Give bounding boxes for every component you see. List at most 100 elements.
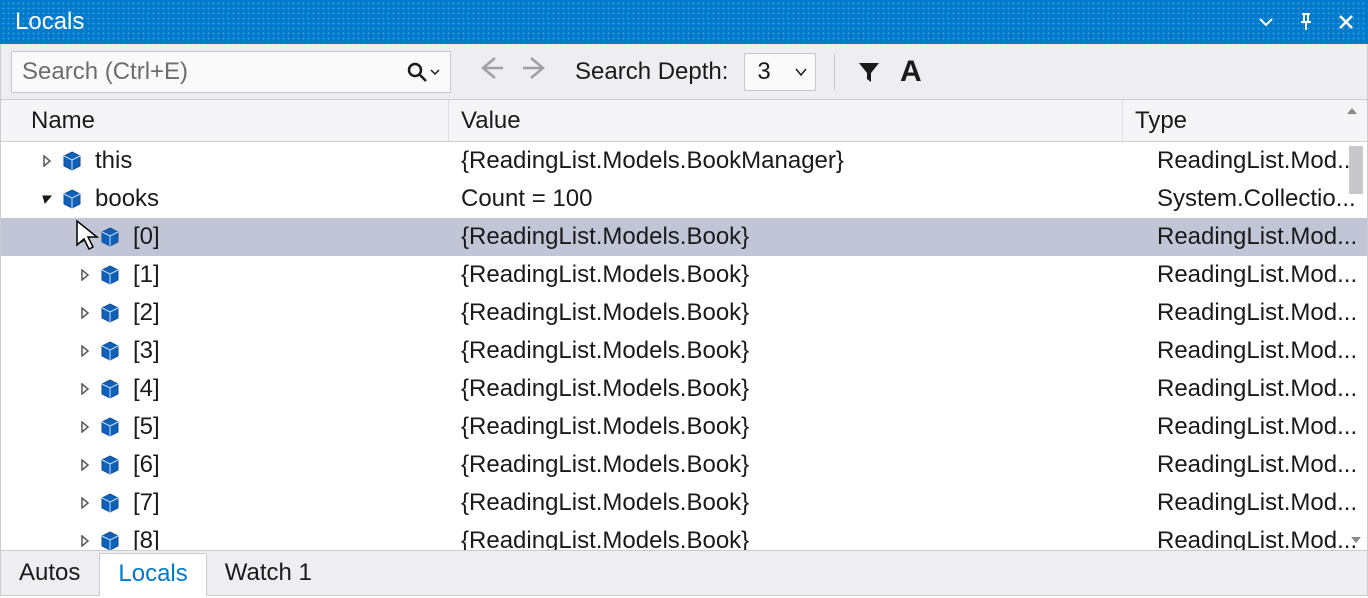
variable-name: [4]	[133, 375, 160, 403]
cell-name: [0]	[1, 223, 449, 251]
expand-icon[interactable]	[77, 495, 93, 511]
table-row[interactable]: [3]{ReadingList.Models.Book}ReadingList.…	[1, 332, 1367, 370]
column-header-type[interactable]: Type	[1123, 100, 1367, 141]
text-style-button[interactable]: A	[895, 56, 927, 88]
object-icon	[99, 264, 121, 286]
table-row[interactable]: [5]{ReadingList.Models.Book}ReadingList.…	[1, 408, 1367, 446]
table-row[interactable]: [0]{ReadingList.Models.Book}ReadingList.…	[1, 218, 1367, 256]
table-row[interactable]: [1]{ReadingList.Models.Book}ReadingList.…	[1, 256, 1367, 294]
grid-body[interactable]: this{ReadingList.Models.BookManager}Read…	[1, 142, 1367, 550]
toolbar: Search Depth: 3 A	[0, 44, 1368, 100]
variable-name: [3]	[133, 337, 160, 365]
table-row[interactable]: [6]{ReadingList.Models.Book}ReadingList.…	[1, 446, 1367, 484]
chevron-down-icon	[795, 66, 807, 78]
window-menu-icon[interactable]	[1255, 11, 1277, 33]
search-depth-combo[interactable]: 3	[744, 53, 815, 91]
variable-name: [5]	[133, 413, 160, 441]
object-icon	[61, 150, 83, 172]
cell-type: ReadingList.Mod...	[1145, 299, 1367, 327]
window-titlebar: Locals	[0, 0, 1368, 44]
object-icon	[99, 454, 121, 476]
cell-value: {ReadingList.Models.Book}	[449, 413, 1145, 441]
cell-type: ReadingList.Mod...	[1145, 451, 1367, 479]
search-next-button[interactable]	[521, 53, 551, 90]
cell-type: ReadingList.Mod...	[1145, 527, 1367, 550]
search-button[interactable]	[402, 61, 444, 83]
variable-name: [8]	[133, 527, 160, 550]
object-icon	[99, 302, 121, 324]
table-row[interactable]: [8]{ReadingList.Models.Book}ReadingList.…	[1, 522, 1367, 550]
table-row[interactable]: [4] {ReadingList.Models.Book}ReadingList.…	[1, 370, 1367, 408]
expand-icon[interactable]	[77, 267, 93, 283]
cell-name: books	[1, 185, 449, 213]
cell-name: [2]	[1, 299, 449, 327]
column-header-value[interactable]: Value	[449, 100, 1123, 141]
object-icon	[99, 416, 121, 438]
toolbar-separator	[834, 54, 835, 90]
expand-icon[interactable]	[77, 343, 93, 359]
search-depth-value: 3	[757, 58, 770, 86]
tab-autos[interactable]: Autos	[1, 553, 99, 595]
letter-a-icon: A	[900, 55, 922, 89]
table-row[interactable]: this {ReadingList.Models.BookManager}Read…	[1, 142, 1367, 180]
variable-name: books	[95, 185, 159, 213]
window-controls	[1255, 11, 1357, 33]
debug-tab-strip: AutosLocalsWatch 1	[0, 550, 1368, 596]
filter-button[interactable]	[853, 56, 885, 88]
search-icon	[406, 61, 428, 83]
cell-name: [7]	[1, 489, 449, 517]
expand-icon[interactable]	[77, 533, 93, 549]
search-prev-button[interactable]	[475, 53, 505, 90]
cell-value: {ReadingList.Models.Book}	[449, 223, 1145, 251]
cell-name: [5]	[1, 413, 449, 441]
search-nav	[475, 53, 551, 90]
scroll-up-icon	[1345, 104, 1359, 118]
variable-name: [2]	[133, 299, 160, 327]
expand-icon[interactable]	[77, 229, 93, 245]
cell-value: {ReadingList.Models.Book}	[449, 489, 1145, 517]
variable-name: [1]	[133, 261, 160, 289]
cell-type: ReadingList.Mod...	[1145, 147, 1367, 175]
cell-type: ReadingList.Mod...	[1145, 489, 1367, 517]
object-icon	[99, 378, 121, 400]
table-row[interactable]: [2]{ReadingList.Models.Book}ReadingList.…	[1, 294, 1367, 332]
cell-value: Count = 100	[449, 185, 1145, 213]
cell-value: {ReadingList.Models.Book}	[449, 375, 1145, 403]
cell-type: ReadingList.Mod...	[1145, 375, 1367, 403]
cell-value: {ReadingList.Models.BookManager}	[449, 147, 1145, 175]
object-icon	[99, 530, 121, 550]
locals-grid: this{ReadingList.Models.BookManager}Read…	[0, 142, 1368, 550]
scroll-down-icon[interactable]	[1349, 530, 1363, 550]
object-icon	[61, 188, 83, 210]
expand-icon[interactable]	[77, 457, 93, 473]
expand-icon[interactable]	[77, 381, 93, 397]
table-row[interactable]: books Count = 100System.Collectio...	[1, 180, 1367, 218]
cell-name: [3]	[1, 337, 449, 365]
scrollbar-thumb[interactable]	[1349, 146, 1363, 194]
cell-type: System.Collectio...	[1145, 185, 1367, 213]
column-header-name[interactable]: Name	[1, 100, 449, 141]
cell-type: ReadingList.Mod...	[1145, 223, 1367, 251]
variable-name: this	[95, 147, 132, 175]
cell-name: [4]	[1, 375, 449, 403]
collapse-icon[interactable]	[39, 191, 55, 207]
tab-watch-1[interactable]: Watch 1	[207, 553, 331, 595]
object-icon	[99, 340, 121, 362]
expand-icon[interactable]	[77, 305, 93, 321]
column-header-type-label: Type	[1135, 107, 1187, 135]
variable-name: [7]	[133, 489, 160, 517]
close-icon[interactable]	[1335, 11, 1357, 33]
search-input[interactable]	[22, 58, 402, 86]
tab-locals[interactable]: Locals	[99, 553, 206, 596]
cell-type: ReadingList.Mod...	[1145, 337, 1367, 365]
pin-icon[interactable]	[1295, 11, 1317, 33]
object-icon	[99, 226, 121, 248]
search-depth-label: Search Depth:	[575, 58, 728, 86]
expand-icon[interactable]	[39, 153, 55, 169]
column-headers: Name Value Type	[0, 100, 1368, 142]
expand-icon[interactable]	[77, 419, 93, 435]
cell-name: [6]	[1, 451, 449, 479]
vertical-scrollbar[interactable]	[1345, 142, 1367, 550]
table-row[interactable]: [7] {ReadingList.Models.Book}ReadingList.…	[1, 484, 1367, 522]
search-box	[11, 51, 451, 93]
